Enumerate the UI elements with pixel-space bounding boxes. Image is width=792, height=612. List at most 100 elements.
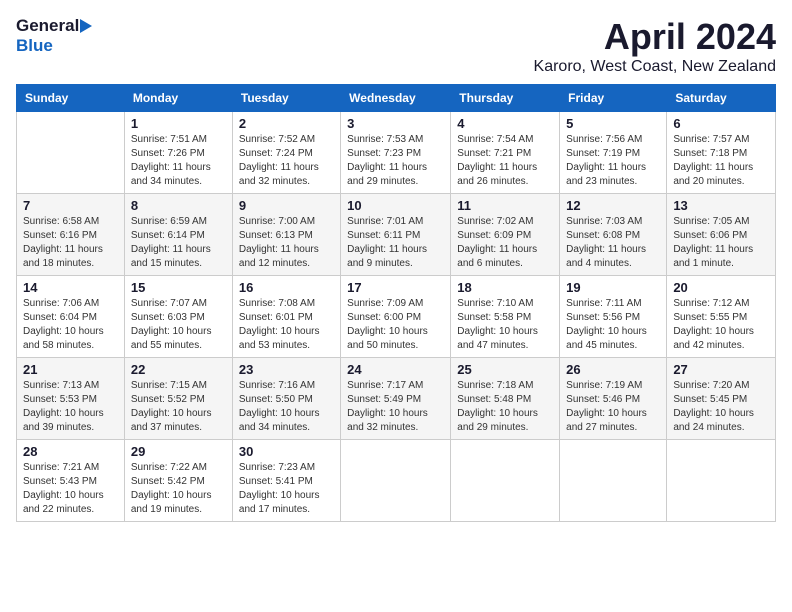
calendar-cell: 3Sunrise: 7:53 AMSunset: 7:23 PMDaylight…	[341, 112, 451, 194]
day-info: Sunrise: 7:53 AMSunset: 7:23 PMDaylight:…	[347, 133, 444, 189]
calendar-cell: 5 Sunrise: 7:56 AMSunset: 7:19 PMDaylight…	[560, 112, 667, 194]
day-info: Sunrise: 6:58 AMSunset: 6:16 PMDaylight:…	[23, 215, 118, 271]
day-info: Sunrise: 7:00 AMSunset: 6:13 PMDaylight:…	[239, 215, 334, 271]
day-number: 19	[566, 280, 660, 295]
day-number: 23	[239, 362, 334, 377]
day-number: 16	[239, 280, 334, 295]
day-number: 25	[457, 362, 553, 377]
logo-general-text: General	[16, 16, 79, 36]
day-info: Sunrise: 7:54 AMSunset: 7:21 PMDaylight:…	[457, 133, 553, 189]
day-info: Sunrise: 7:06 AMSunset: 6:04 PMDaylight:…	[23, 297, 118, 353]
day-info: Sunrise: 7:18 AMSunset: 5:48 PMDaylight:…	[457, 379, 553, 435]
calendar-week-row: 7 Sunrise: 6:58 AMSunset: 6:16 PMDaylight…	[17, 194, 776, 276]
day-info: Sunrise: 7:09 AMSunset: 6:00 PMDaylight:…	[347, 297, 444, 353]
calendar-cell: 9 Sunrise: 7:00 AMSunset: 6:13 PMDaylight…	[232, 194, 340, 276]
day-number: 28	[23, 444, 118, 459]
calendar-cell: 24 Sunrise: 7:17 AMSunset: 5:49 PMDayligh…	[341, 358, 451, 440]
logo-blue-text: Blue	[16, 36, 53, 55]
calendar-week-row: 28 Sunrise: 7:21 AMSunset: 5:43 PMDayligh…	[17, 440, 776, 522]
day-info: Sunrise: 7:20 AMSunset: 5:45 PMDaylight:…	[673, 379, 769, 435]
calendar-cell	[560, 440, 667, 522]
page-container: General Blue April 2024 Karoro, West Coa…	[16, 16, 776, 522]
calendar-cell: 28 Sunrise: 7:21 AMSunset: 5:43 PMDayligh…	[17, 440, 125, 522]
day-number: 4	[457, 116, 553, 131]
calendar-cell: 7 Sunrise: 6:58 AMSunset: 6:16 PMDaylight…	[17, 194, 125, 276]
header: General Blue April 2024 Karoro, West Coa…	[16, 16, 776, 76]
day-number: 7	[23, 198, 118, 213]
calendar-cell: 21Sunrise: 7:13 AMSunset: 5:53 PMDayligh…	[17, 358, 125, 440]
day-number: 17	[347, 280, 444, 295]
calendar-cell: 29 Sunrise: 7:22 AMSunset: 5:42 PMDayligh…	[124, 440, 232, 522]
calendar-cell	[451, 440, 560, 522]
day-info: Sunrise: 7:08 AMSunset: 6:01 PMDaylight:…	[239, 297, 334, 353]
day-number: 5	[566, 116, 660, 131]
day-number: 6	[673, 116, 769, 131]
day-info: Sunrise: 7:56 AMSunset: 7:19 PMDaylight:…	[566, 133, 660, 189]
calendar-cell: 11 Sunrise: 7:02 AMSunset: 6:09 PMDayligh…	[451, 194, 560, 276]
day-number: 12	[566, 198, 660, 213]
calendar-cell: 10 Sunrise: 7:01 AMSunset: 6:11 PMDayligh…	[341, 194, 451, 276]
calendar-cell: 4 Sunrise: 7:54 AMSunset: 7:21 PMDaylight…	[451, 112, 560, 194]
calendar-week-row: 21Sunrise: 7:13 AMSunset: 5:53 PMDayligh…	[17, 358, 776, 440]
day-number: 9	[239, 198, 334, 213]
calendar-cell: 23 Sunrise: 7:16 AMSunset: 5:50 PMDayligh…	[232, 358, 340, 440]
day-info: Sunrise: 7:07 AMSunset: 6:03 PMDaylight:…	[131, 297, 226, 353]
calendar-cell: 13 Sunrise: 7:05 AMSunset: 6:06 PMDayligh…	[667, 194, 776, 276]
calendar-cell: 22 Sunrise: 7:15 AMSunset: 5:52 PMDayligh…	[124, 358, 232, 440]
day-info: Sunrise: 7:02 AMSunset: 6:09 PMDaylight:…	[457, 215, 553, 271]
day-number: 10	[347, 198, 444, 213]
day-number: 15	[131, 280, 226, 295]
day-number: 22	[131, 362, 226, 377]
month-year-title: April 2024	[534, 16, 776, 58]
day-number: 18	[457, 280, 553, 295]
calendar-day-header: Saturday	[667, 85, 776, 112]
calendar-cell: 18Sunrise: 7:10 AMSunset: 5:58 PMDayligh…	[451, 276, 560, 358]
day-info: Sunrise: 7:05 AMSunset: 6:06 PMDaylight:…	[673, 215, 769, 271]
location-subtitle: Karoro, West Coast, New Zealand	[534, 58, 776, 76]
calendar-cell	[341, 440, 451, 522]
calendar-cell: 16 Sunrise: 7:08 AMSunset: 6:01 PMDayligh…	[232, 276, 340, 358]
day-info: Sunrise: 7:21 AMSunset: 5:43 PMDaylight:…	[23, 461, 118, 517]
calendar-day-header: Sunday	[17, 85, 125, 112]
calendar-cell: 12 Sunrise: 7:03 AMSunset: 6:08 PMDayligh…	[560, 194, 667, 276]
day-info: Sunrise: 7:57 AMSunset: 7:18 PMDaylight:…	[673, 133, 769, 189]
calendar-cell	[667, 440, 776, 522]
day-info: Sunrise: 7:13 AMSunset: 5:53 PMDaylight:…	[23, 379, 118, 435]
day-number: 2	[239, 116, 334, 131]
day-number: 27	[673, 362, 769, 377]
calendar-week-row: 14 Sunrise: 7:06 AMSunset: 6:04 PMDayligh…	[17, 276, 776, 358]
calendar-header-row: SundayMondayTuesdayWednesdayThursdayFrid…	[17, 85, 776, 112]
day-info: Sunrise: 7:17 AMSunset: 5:49 PMDaylight:…	[347, 379, 444, 435]
day-info: Sunrise: 7:11 AMSunset: 5:56 PMDaylight:…	[566, 297, 660, 353]
logo-arrow-icon	[80, 19, 92, 33]
day-number: 26	[566, 362, 660, 377]
day-number: 13	[673, 198, 769, 213]
calendar-day-header: Thursday	[451, 85, 560, 112]
calendar-cell: 27 Sunrise: 7:20 AMSunset: 5:45 PMDayligh…	[667, 358, 776, 440]
day-number: 11	[457, 198, 553, 213]
calendar-cell: 17 Sunrise: 7:09 AMSunset: 6:00 PMDayligh…	[341, 276, 451, 358]
day-info: Sunrise: 7:16 AMSunset: 5:50 PMDaylight:…	[239, 379, 334, 435]
day-info: Sunrise: 7:03 AMSunset: 6:08 PMDaylight:…	[566, 215, 660, 271]
calendar-cell: 6 Sunrise: 7:57 AMSunset: 7:18 PMDaylight…	[667, 112, 776, 194]
day-number: 29	[131, 444, 226, 459]
day-info: Sunrise: 6:59 AMSunset: 6:14 PMDaylight:…	[131, 215, 226, 271]
calendar-cell: 8 Sunrise: 6:59 AMSunset: 6:14 PMDaylight…	[124, 194, 232, 276]
calendar-cell: 2Sunrise: 7:52 AMSunset: 7:24 PMDaylight…	[232, 112, 340, 194]
calendar-cell: 15 Sunrise: 7:07 AMSunset: 6:03 PMDayligh…	[124, 276, 232, 358]
day-number: 14	[23, 280, 118, 295]
day-info: Sunrise: 7:51 AMSunset: 7:26 PMDaylight:…	[131, 133, 226, 189]
day-info: Sunrise: 7:15 AMSunset: 5:52 PMDaylight:…	[131, 379, 226, 435]
day-info: Sunrise: 7:12 AMSunset: 5:55 PMDaylight:…	[673, 297, 769, 353]
title-block: April 2024 Karoro, West Coast, New Zeala…	[534, 16, 776, 76]
day-info: Sunrise: 7:01 AMSunset: 6:11 PMDaylight:…	[347, 215, 444, 271]
day-info: Sunrise: 7:23 AMSunset: 5:41 PMDaylight:…	[239, 461, 334, 517]
calendar-day-header: Monday	[124, 85, 232, 112]
day-number: 8	[131, 198, 226, 213]
calendar-cell	[17, 112, 125, 194]
day-info: Sunrise: 7:22 AMSunset: 5:42 PMDaylight:…	[131, 461, 226, 517]
calendar-table: SundayMondayTuesdayWednesdayThursdayFrid…	[16, 84, 776, 522]
day-number: 24	[347, 362, 444, 377]
logo: General Blue	[16, 16, 92, 56]
calendar-cell: 1Sunrise: 7:51 AMSunset: 7:26 PMDaylight…	[124, 112, 232, 194]
